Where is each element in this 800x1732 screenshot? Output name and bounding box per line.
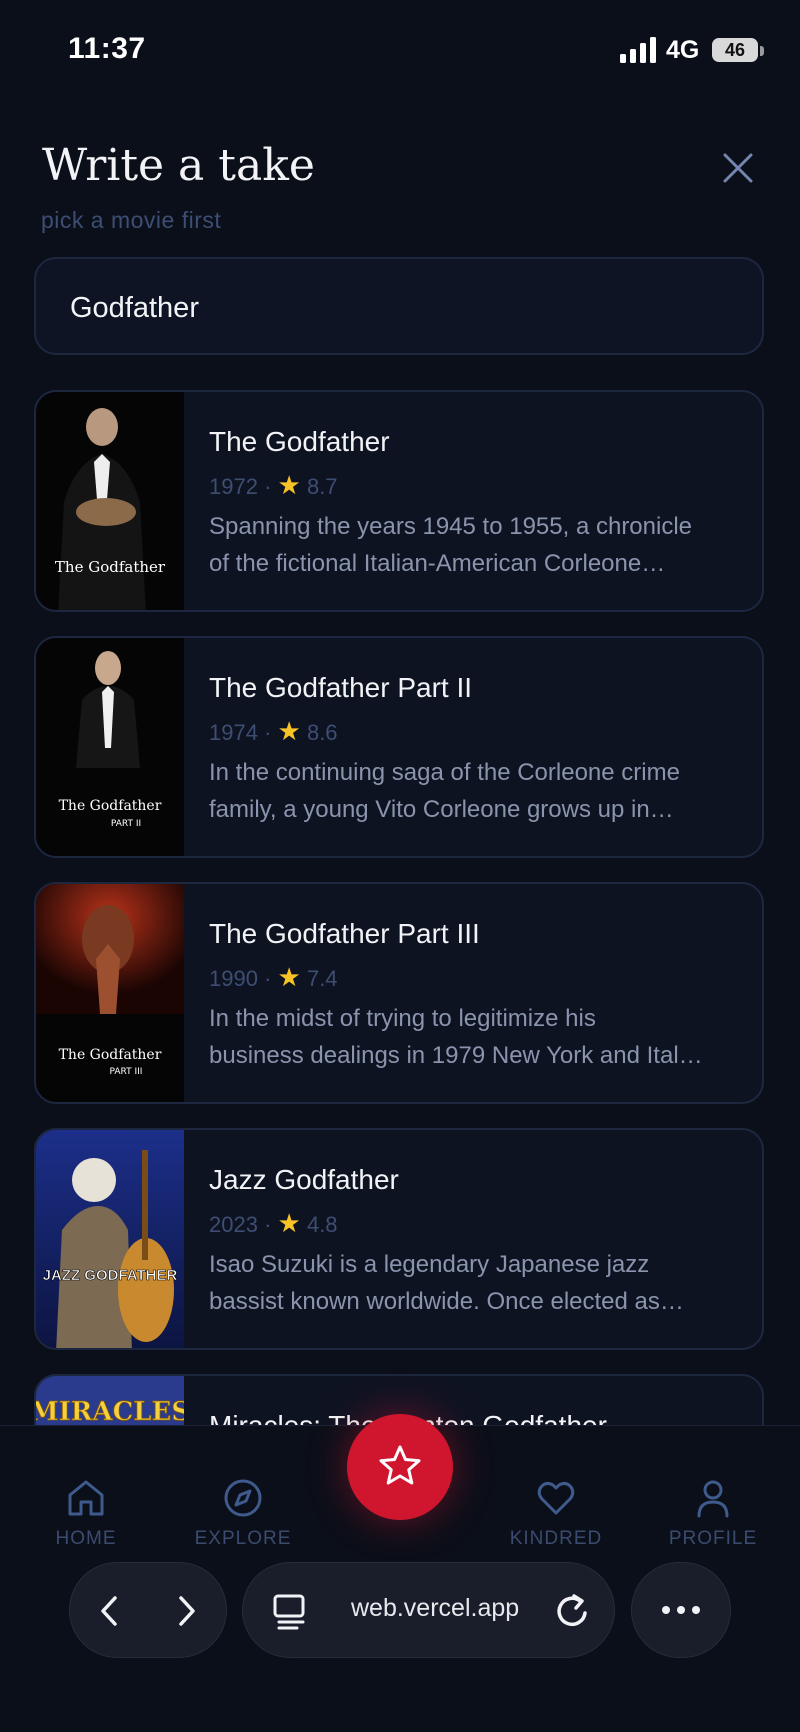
movie-description: Spanning the years 1945 to 1955, a chron… <box>209 508 757 582</box>
forward-icon[interactable] <box>168 1593 204 1629</box>
movie-year: 1990 <box>209 966 258 991</box>
movie-description-line: In the continuing saga of the Corleone c… <box>209 759 680 786</box>
close-icon[interactable] <box>710 140 766 196</box>
poster-text: JAZZ GODFATHER <box>43 1267 178 1284</box>
movie-poster: The Godfather PART II <box>36 638 184 856</box>
movie-poster: The Godfather <box>36 392 184 610</box>
battery-icon: 46 <box>712 38 758 62</box>
movie-rating: 8.7 <box>306 474 338 499</box>
movie-title: The Godfather Part II <box>209 672 473 703</box>
browser-toolbar: web.vercel.app <box>0 1562 800 1658</box>
status-time: 11:37 <box>68 32 146 65</box>
battery-nub <box>760 46 764 56</box>
page-subtitle: pick a movie first <box>41 207 222 233</box>
star-icon: ★ <box>277 1208 301 1238</box>
url-text: web.vercel.app <box>351 1594 520 1622</box>
status-bar: 11:37 4G 46 <box>0 0 800 100</box>
search-value: Godfather <box>70 292 199 324</box>
movie-year: 1972 <box>209 474 258 499</box>
write-take-button[interactable] <box>347 1414 453 1520</box>
movie-rating: 4.8 <box>306 1212 338 1237</box>
movie-year: 2023 <box>209 1212 258 1237</box>
network-label: 4G <box>666 36 700 64</box>
movie-description-line: Isao Suzuki is a legendary Japanese jazz <box>209 1251 650 1278</box>
movie-card[interactable]: The Godfather The Godfather 1972 · ★ 8.7… <box>34 390 764 612</box>
nav-explore-label: EXPLORE <box>194 1528 292 1549</box>
poster-text: The Godfather <box>59 798 162 814</box>
movie-description-line: of the fictional Italian-American Corleo… <box>209 550 666 577</box>
search-input[interactable]: Godfather <box>34 257 764 355</box>
movie-rating: 7.4 <box>306 966 338 991</box>
movie-title: The Godfather <box>209 426 390 457</box>
poster-text: MIRACLES <box>36 1397 184 1425</box>
movie-card[interactable]: The Godfather PART III The Godfather Par… <box>34 882 764 1104</box>
movie-rating: 8.6 <box>306 720 338 745</box>
nav-profile[interactable]: PROFILE <box>643 1476 783 1550</box>
poster-text: The Godfather <box>55 558 166 576</box>
movie-poster: MIRACLES <box>36 1376 184 1425</box>
nav-profile-label: PROFILE <box>668 1528 758 1549</box>
movie-card[interactable]: The Godfather PART II The Godfather Part… <box>34 636 764 858</box>
heart-icon <box>537 1481 575 1515</box>
browser-nav-group <box>69 1562 227 1658</box>
nav-kindred[interactable]: KINDRED <box>486 1476 626 1550</box>
movie-description-line: bassist known worldwide. Once elected as… <box>209 1288 684 1315</box>
results-list: The Godfather The Godfather 1972 · ★ 8.7… <box>34 390 764 1425</box>
movie-meta: 1972 · ★ 8.7 <box>209 470 338 500</box>
nav-kindred-label: KINDRED <box>509 1528 603 1549</box>
user-icon <box>697 1480 729 1518</box>
back-icon[interactable] <box>92 1593 128 1629</box>
movie-description: Isao Suzuki is a legendary Japanese jazz… <box>209 1246 757 1320</box>
compass-icon <box>224 1479 262 1517</box>
movie-description-line: In the midst of trying to legitimize his <box>209 1005 596 1032</box>
movie-description-line: Spanning the years 1945 to 1955, a chron… <box>209 513 693 540</box>
movie-description: In the midst of trying to legitimize his… <box>209 1000 757 1074</box>
movie-description: In the continuing saga of the Corleone c… <box>209 754 757 828</box>
movie-year: 1974 <box>209 720 258 745</box>
nav-home-label: HOME <box>55 1528 117 1549</box>
movie-description-line: family, a young Vito Corleone grows up i… <box>209 796 674 823</box>
star-icon: ★ <box>277 716 301 746</box>
svg-text:PART III: PART III <box>110 1067 143 1077</box>
tab-overview-icon[interactable] <box>271 1592 309 1630</box>
movie-card[interactable]: JAZZ GODFATHER Jazz Godfather 2023 · ★ 4… <box>34 1128 764 1350</box>
movie-description-line: business dealings in 1979 New York and I… <box>209 1042 703 1069</box>
address-bar[interactable]: web.vercel.app <box>242 1562 615 1658</box>
nav-explore[interactable]: EXPLORE <box>173 1476 313 1550</box>
svg-text:PART II: PART II <box>111 819 141 829</box>
page-title: Write a take <box>42 140 315 191</box>
movie-title: The Godfather Part III <box>209 918 480 949</box>
movie-meta: 1974 · ★ 8.6 <box>209 716 338 746</box>
movie-poster: The Godfather PART III <box>36 884 184 1102</box>
star-outline-icon <box>379 1445 421 1485</box>
poster-text: The Godfather <box>59 1047 162 1063</box>
movie-meta: 2023 · ★ 4.8 <box>209 1208 338 1238</box>
home-icon <box>68 1480 104 1516</box>
star-icon: ★ <box>277 962 301 992</box>
more-options-button[interactable] <box>631 1562 731 1658</box>
signal-icon <box>620 37 656 63</box>
movie-meta: 1990 · ★ 7.4 <box>209 962 338 992</box>
movie-title: Jazz Godfather <box>209 1164 399 1195</box>
movie-poster: JAZZ GODFATHER <box>36 1130 184 1348</box>
nav-home[interactable]: HOME <box>16 1476 156 1550</box>
star-icon: ★ <box>277 470 301 500</box>
reload-icon[interactable] <box>553 1591 593 1631</box>
more-icon <box>662 1606 700 1614</box>
